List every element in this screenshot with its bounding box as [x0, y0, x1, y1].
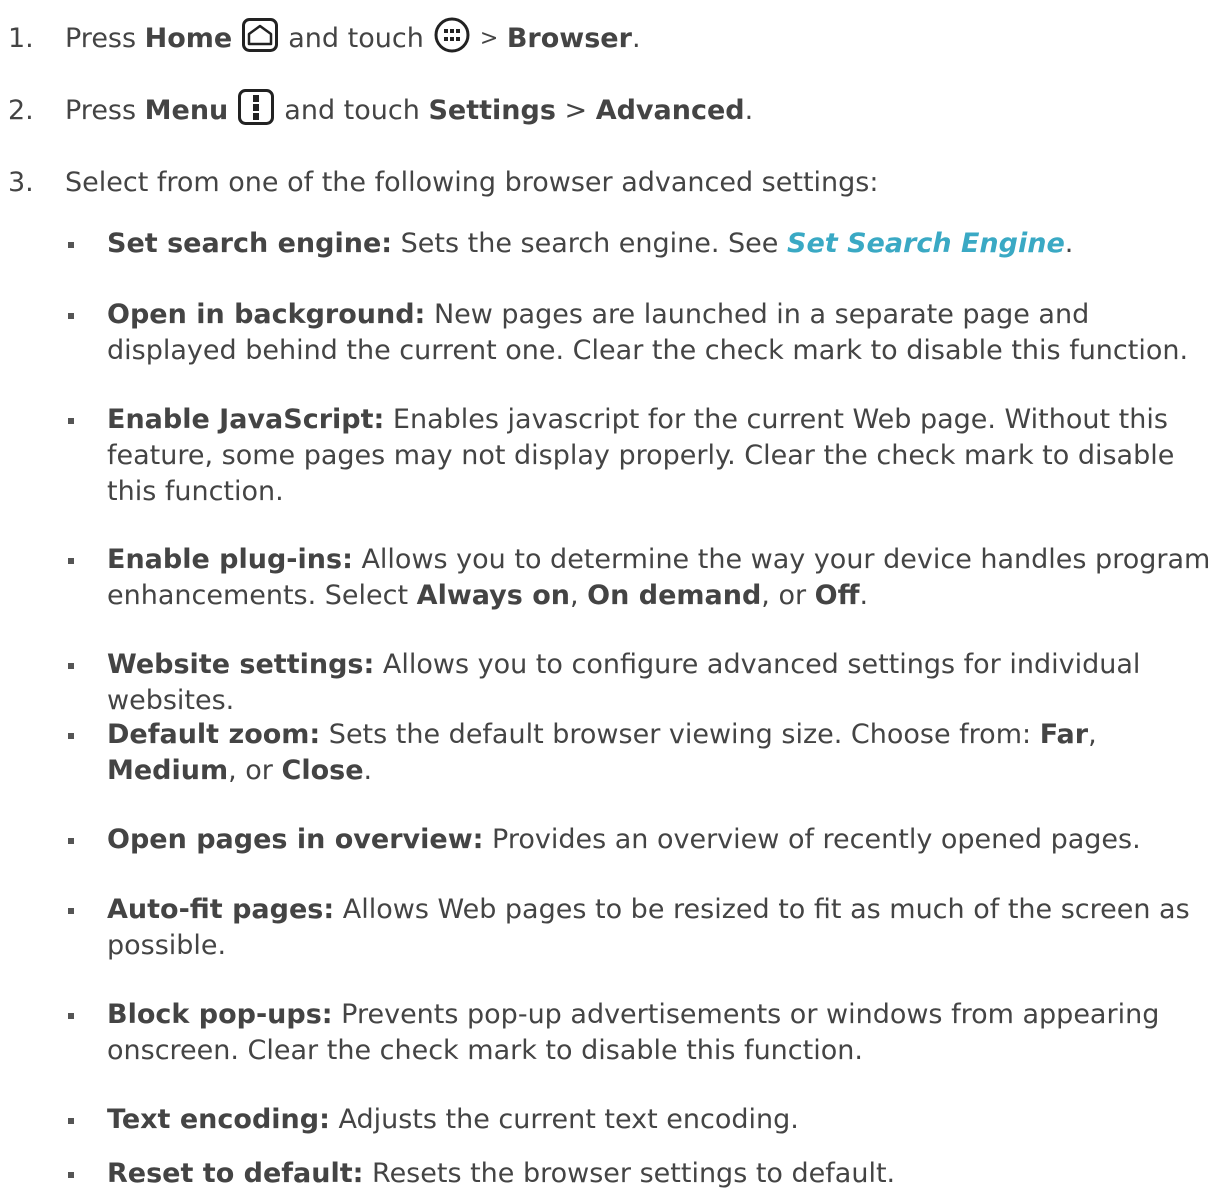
target-label: Browser [506, 22, 632, 54]
list-item: Enable plug-ins: Allows you to determine… [107, 542, 1225, 614]
list-item: Set search engine: Sets the search engin… [107, 226, 1225, 262]
apps-icon [434, 17, 470, 60]
step-1: 1. Press Home and touch > Browser. [0, 17, 1227, 60]
item-term: Website settings: [107, 649, 375, 680]
list-item: Open in background: New pages are launch… [107, 297, 1225, 369]
bullet [68, 733, 74, 739]
item-term: Set search engine: [107, 228, 393, 259]
bullet [68, 663, 74, 669]
bullet [68, 418, 74, 424]
item-term: Enable plug-ins: [107, 544, 353, 575]
key-label: Menu [144, 94, 229, 126]
item-term: Text encoding: [107, 1104, 330, 1135]
item-term: Block pop-ups: [107, 999, 333, 1030]
key-label: Home [144, 22, 233, 54]
step-3: 3. Select from one of the following brow… [0, 162, 1227, 202]
bullet [68, 908, 74, 914]
step-end: . [744, 94, 754, 126]
comma: , [570, 580, 588, 611]
step-text: Press Menu and touch Settings > Advanced… [65, 88, 754, 132]
step-text: Press Home and touch > Browser. [65, 17, 641, 60]
list-item: Default zoom: Sets the default browser v… [107, 717, 1225, 789]
step-number: 3. [8, 166, 34, 198]
option-label: Always on [416, 580, 570, 611]
step-number: 1. [8, 22, 34, 54]
bullet [68, 838, 74, 844]
step-end: . [631, 22, 641, 54]
instructions-page: 1. Press Home and touch > Browser. 2. Pr… [0, 0, 1227, 1191]
step-text-pre: Press [65, 94, 137, 126]
bullet [68, 1118, 74, 1124]
list-item: Website settings: Allows you to configur… [107, 647, 1225, 719]
comma: , or [228, 755, 282, 786]
separator: > [564, 94, 588, 126]
item-end: . [363, 755, 373, 786]
bullet [68, 1172, 74, 1178]
option-label: On demand [587, 580, 762, 611]
step-text-pre: Press [65, 22, 137, 54]
item-term: Open in background: [107, 299, 426, 330]
menu-icon [238, 88, 275, 132]
item-term: Enable JavaScript: [107, 404, 385, 435]
item-term: Open pages in overview: [107, 824, 484, 855]
list-item: Text encoding: Adjusts the current text … [107, 1102, 1225, 1138]
step-2: 2. Press Menu and touch Settings > Advan… [0, 88, 1227, 132]
item-text: Resets the browser settings to default. [363, 1158, 896, 1189]
bullet [68, 242, 74, 248]
list-item: Open pages in overview: Provides an over… [107, 822, 1225, 858]
list-item: Auto-fit pages: Allows Web pages to be r… [107, 892, 1225, 964]
set-search-engine-link[interactable]: Set Search Engine [787, 228, 1065, 259]
option-label: Far [1039, 719, 1089, 750]
comma: , [1088, 719, 1097, 750]
item-term: Reset to default: [107, 1158, 364, 1189]
comma: , or [761, 580, 815, 611]
item-term: Default zoom: [107, 719, 321, 750]
list-item: Reset to default: Resets the browser set… [107, 1156, 1225, 1192]
bullet [68, 1013, 74, 1019]
list-item: Block pop-ups: Prevents pop-up advertise… [107, 997, 1225, 1069]
step-text-mid: and touch [284, 94, 420, 126]
item-text: Provides an overview of recently opened … [483, 824, 1141, 855]
list-item: Enable JavaScript: Enables javascript fo… [107, 402, 1225, 510]
bullet [68, 313, 74, 319]
step-text-mid: and touch [288, 22, 424, 54]
separator: > [479, 25, 499, 51]
option-label: Close [281, 755, 364, 786]
bullet [68, 558, 74, 564]
option-label: Medium [107, 755, 229, 786]
home-icon [242, 17, 279, 59]
item-text: Adjusts the current text encoding. [329, 1104, 799, 1135]
target-label: Settings [428, 94, 556, 126]
target-label: Advanced [595, 94, 745, 126]
option-label: Off [814, 580, 860, 611]
step-number: 2. [8, 94, 34, 126]
item-text: Sets the default browser viewing size. C… [320, 719, 1040, 750]
item-term: Auto-fit pages: [107, 894, 335, 925]
item-end: . [859, 580, 869, 611]
item-text: Sets the search engine. See [392, 228, 787, 259]
step-text: Select from one of the following browser… [65, 166, 879, 198]
item-end: . [1064, 228, 1074, 259]
